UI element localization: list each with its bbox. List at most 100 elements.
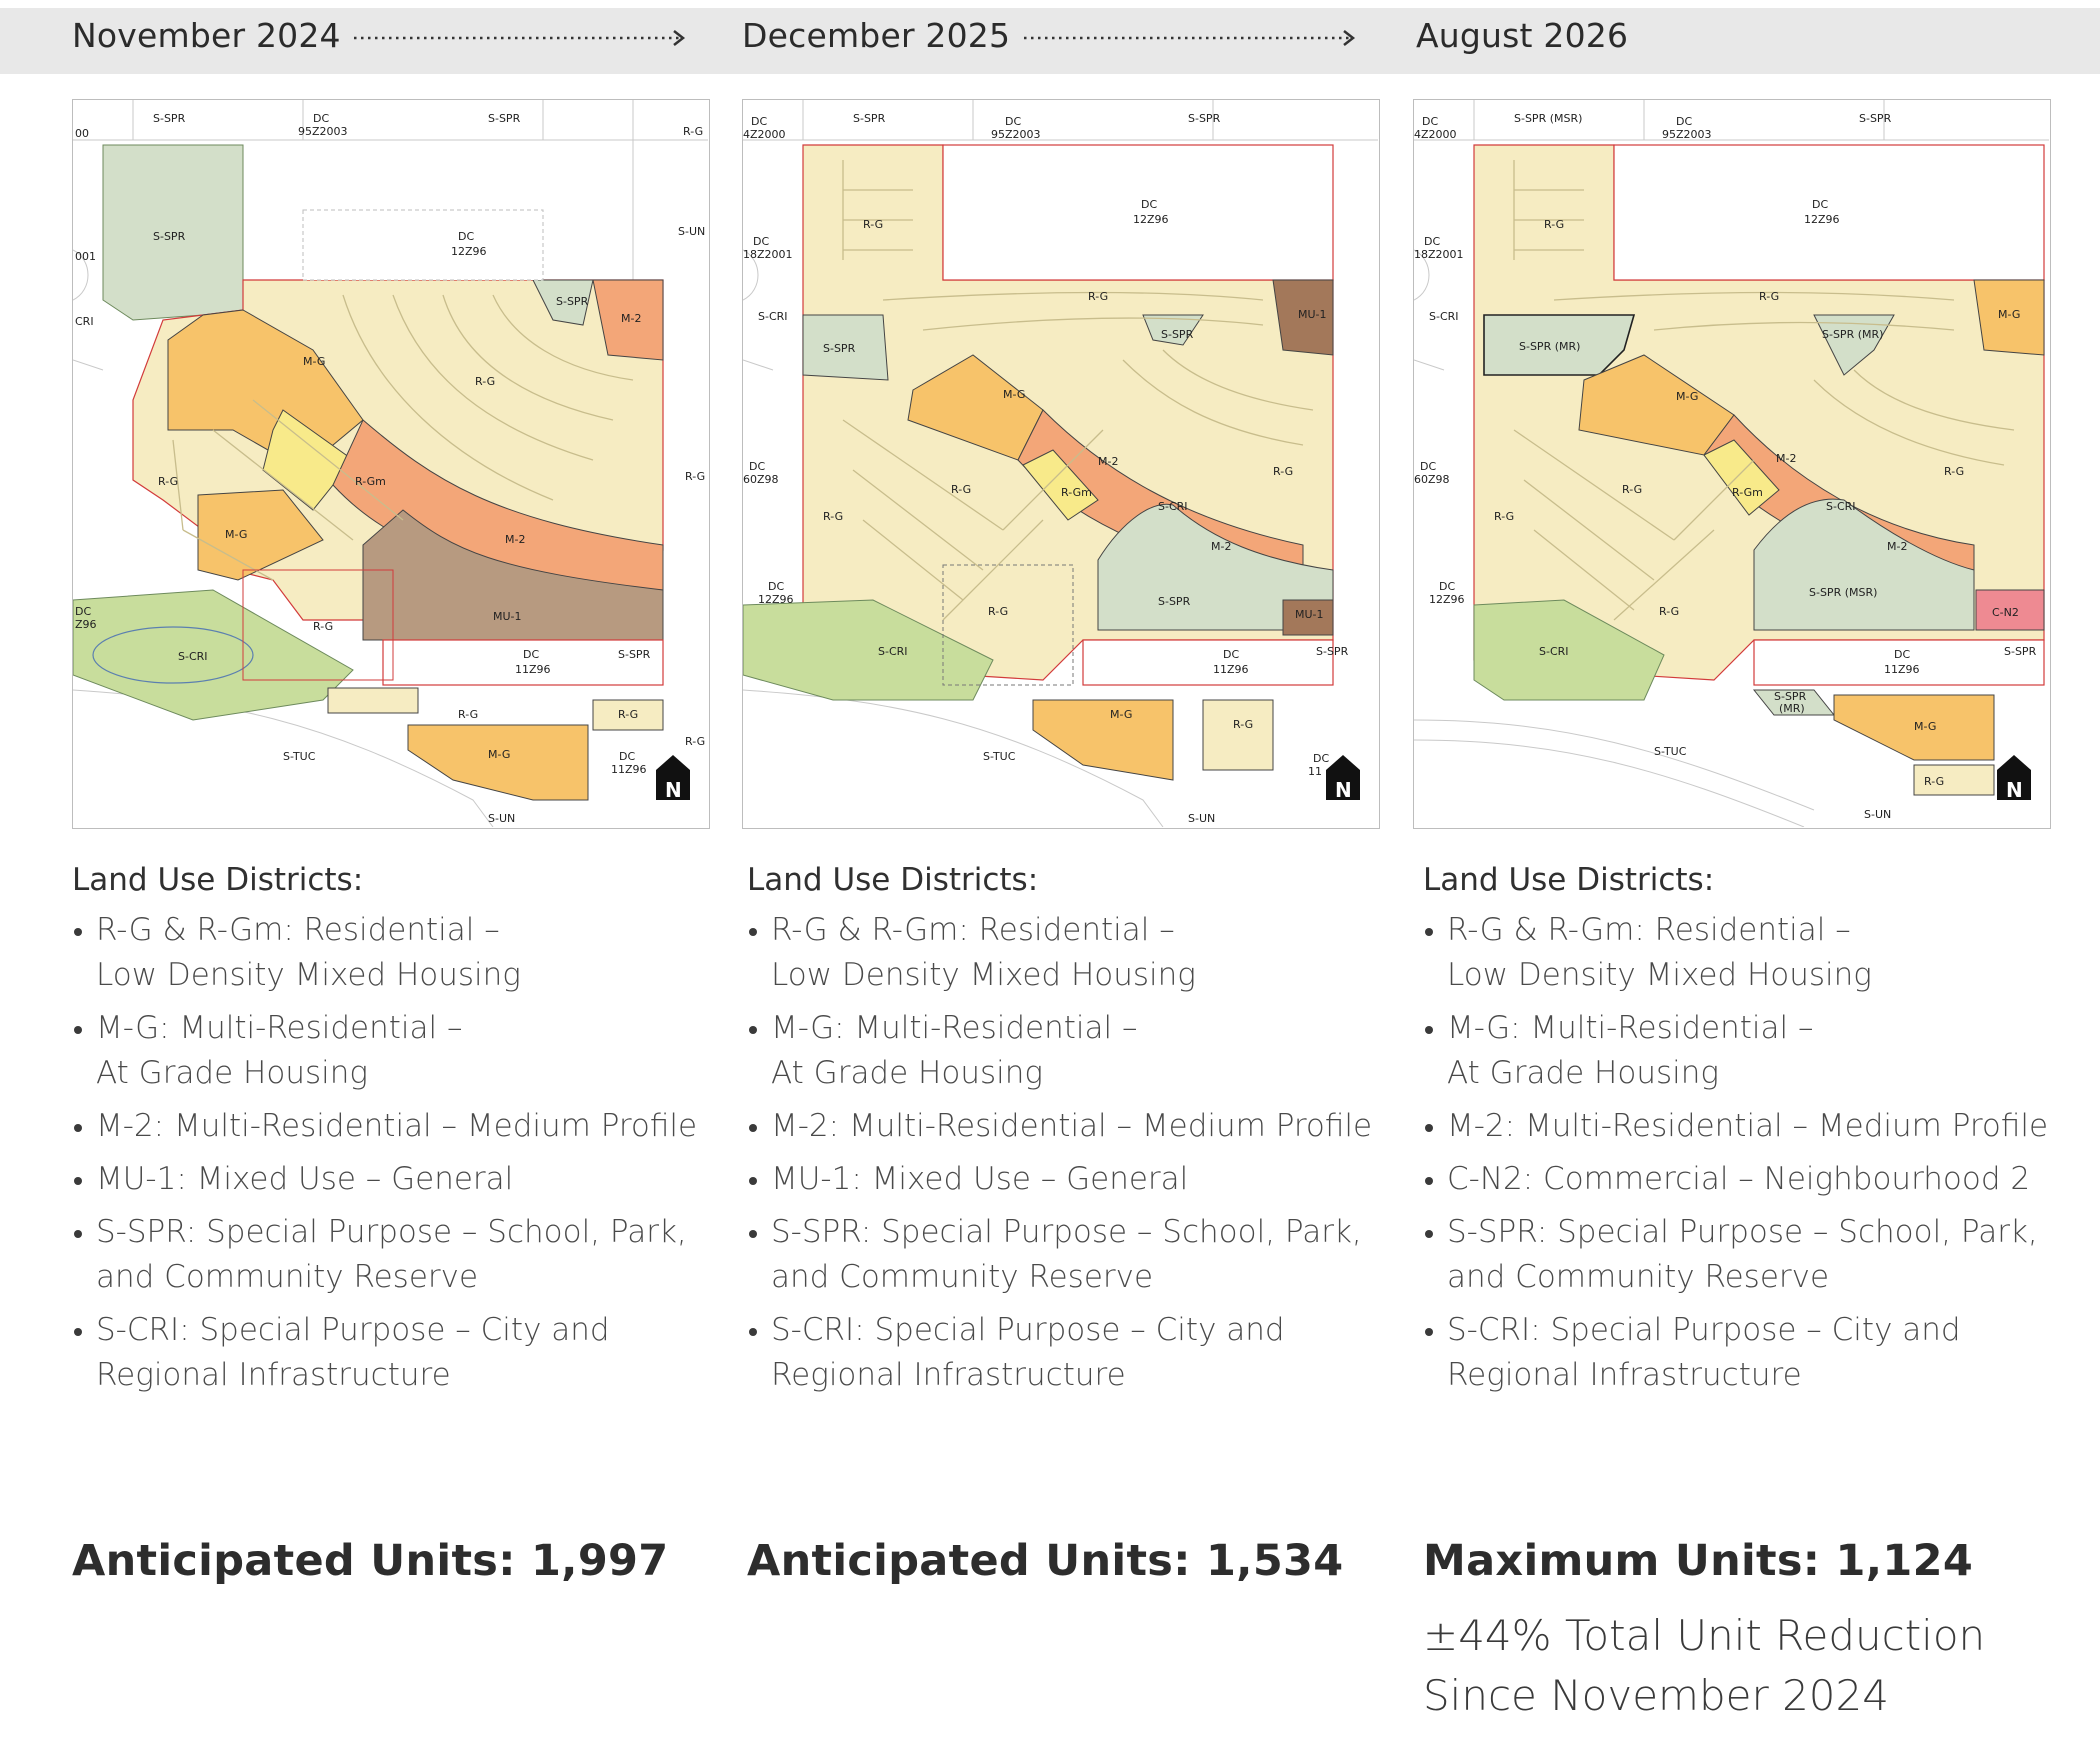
legend-item-school-park: S-SPR: Special Purpose – School, Park, an… — [72, 1210, 712, 1300]
label-dc-w2-code: 60Z98 — [1414, 473, 1450, 486]
unit-reduction-line-2: Since November 2024 — [1423, 1671, 1889, 1720]
label-s-spr-mr-w: S-SPR (MR) — [1519, 340, 1580, 353]
parcel-r-g-strip — [327, 687, 419, 714]
label-dc-bottom-code: 11Z96 — [515, 663, 551, 676]
label-m-2-b: M-2 — [1211, 540, 1231, 553]
label-dc-corner: DC — [1313, 752, 1329, 765]
label-dc-sw-code: 12Z96 — [758, 593, 794, 606]
label-s-tuc: S-TUC — [283, 750, 316, 763]
label-dc-sw: DC — [1439, 580, 1455, 593]
legend-item-residential: R-G & R-Gm: Residential – Low Density Mix… — [747, 908, 1387, 998]
legend-item-infrastructure: S-CRI: Special Purpose – City and Regiona… — [1423, 1308, 2063, 1398]
label-r-g-w: R-G — [1494, 510, 1514, 523]
legend-item-multi-residential-grade: M-G: Multi-Residential – At Grade Housing — [72, 1006, 712, 1096]
legend-item-commercial: C-N2: Commercial – Neighbourhood 2 — [1423, 1157, 2063, 1202]
svg-text:N: N — [1335, 778, 1352, 802]
label-dc-corner: DC — [619, 750, 635, 763]
label-dc-big: DC — [1141, 198, 1157, 211]
legend-august-2026: Land Use Districts: R-G & R-Gm: Resident… — [1423, 862, 2063, 1406]
label-r-g-w: R-G — [823, 510, 843, 523]
label-m-g: M-G — [1676, 390, 1698, 403]
land-use-map-december-2025: DC 4Z2000 S-SPR DC 95Z2003 S-SPR R-G DC … — [742, 99, 1380, 829]
label-dc-w2: DC — [1420, 460, 1436, 473]
label-dc-corner-code: 11Z96 — [611, 763, 647, 776]
label-c-n2: C-N2 — [1992, 606, 2019, 619]
phase-label-december-2025: December 2025 — [742, 16, 1011, 55]
legend-title: Land Use Districts: — [747, 862, 1039, 898]
label-r-g-c: R-G — [1622, 483, 1642, 496]
label-dc-top-code: 95Z2003 — [1662, 128, 1712, 141]
label-s-spr-small: S-SPR — [556, 295, 589, 308]
svg-text:N: N — [665, 778, 682, 802]
label-dc-big-code: 12Z96 — [1133, 213, 1169, 226]
maximum-units-august-2026: Maximum Units: 1,124 — [1423, 1536, 1974, 1586]
label-m-g-b: M-G — [1914, 720, 1936, 733]
label-s-spr-msr-top: S-SPR (MSR) — [1514, 112, 1582, 125]
label-r-g-band: R-G — [1759, 290, 1779, 303]
legend-list: R-G & R-Gm: Residential – Low Density Mix… — [72, 908, 712, 1398]
label-r-g-b: R-G — [1924, 775, 1944, 788]
label-r-g-west: R-G — [158, 475, 178, 488]
parcel-dc-12z96 — [302, 209, 544, 281]
unit-reduction-note: ±44% Total Unit Reduction Since November… — [1423, 1606, 2083, 1726]
label-s-spr-small-mr: (MR) — [1779, 702, 1805, 715]
parcel-r-g-south — [1202, 699, 1274, 771]
parcel-m-g-south — [407, 724, 589, 801]
north-arrow-icon: N — [1326, 755, 1360, 802]
label-dc-bottom: DC — [523, 648, 539, 661]
label-dc-tl: DC — [751, 115, 767, 128]
anticipated-units-december-2025: Anticipated Units: 1,534 — [747, 1536, 1344, 1586]
legend-item-mixed-use: MU-1: Mixed Use – General — [72, 1157, 712, 1202]
label-m-g-center: M-G — [225, 528, 247, 541]
label-s-spr-c: S-SPR — [1161, 328, 1194, 341]
land-use-map-november-2024: S-SPR DC 95Z2003 S-SPR R-G 00 S-SPR S-UN… — [72, 99, 710, 829]
label-dc-w2-code: 60Z98 — [743, 473, 779, 486]
legend-item-school-park: S-SPR: Special Purpose – School, Park, an… — [747, 1210, 1387, 1300]
label-zero-zero: 00 — [75, 127, 89, 140]
label-dc-sw: DC — [768, 580, 784, 593]
parcel-m-g-south — [1032, 699, 1174, 781]
timeline-arrow-1 — [354, 30, 686, 46]
label-s-spr-top-2: S-SPR — [1188, 112, 1221, 125]
legend-december-2025: Land Use Districts: R-G & R-Gm: Resident… — [747, 862, 1387, 1406]
label-s-cri-c: S-CRI — [1158, 500, 1188, 513]
legend-item-multi-residential-medium: M-2: Multi-Residential – Medium Profile — [747, 1104, 1387, 1149]
label-dc-sw-code: 12Z96 — [1429, 593, 1465, 606]
label-dc-mid-code: 12Z96 — [451, 245, 487, 258]
label-r-g-s: R-G — [988, 605, 1008, 618]
label-dc-tl: DC — [1422, 115, 1438, 128]
label-dc-w-code: 18Z2001 — [1414, 248, 1464, 261]
label-m-2: M-2 — [1776, 452, 1796, 465]
label-mu-1-ne: MU-1 — [1298, 308, 1327, 321]
label-r-gm: R-Gm — [1732, 486, 1763, 499]
phase-label-august-2026: August 2026 — [1416, 16, 1629, 55]
label-s-spr-s: S-SPR — [1158, 595, 1191, 608]
label-r-g-right-top: R-G — [683, 125, 703, 138]
label-dc-w: DC — [1424, 235, 1440, 248]
label-r-g-s: R-G — [1659, 605, 1679, 618]
label-s-cri-c: S-CRI — [1826, 500, 1856, 513]
north-arrow-icon: N — [656, 755, 690, 802]
label-s-tuc: S-TUC — [1654, 745, 1687, 758]
label-m-2: M-2 — [1098, 455, 1118, 468]
legend-item-residential: R-G & R-Gm: Residential – Low Density Mix… — [72, 908, 712, 998]
parcel-dc-11z96 — [1082, 639, 1334, 686]
label-s-cri-w: S-CRI — [1429, 310, 1459, 323]
label-dc-w2: DC — [749, 460, 765, 473]
label-dc-top: DC — [1676, 115, 1692, 128]
label-dc-left-code: Z96 — [75, 618, 97, 631]
label-dc-b-code: 11Z96 — [1213, 663, 1249, 676]
label-s-spr-mr-c: S-SPR (MR) — [1822, 328, 1883, 341]
anticipated-units-november-2024: Anticipated Units: 1,997 — [72, 1536, 669, 1586]
label-r-g-nw: R-G — [863, 218, 883, 231]
label-s-spr-b: S-SPR — [1316, 645, 1349, 658]
label-r-g-b: R-G — [1233, 718, 1253, 731]
label-s-spr-b: S-SPR — [2004, 645, 2037, 658]
label-s-un: S-UN — [1864, 808, 1891, 821]
legend-list: R-G & R-Gm: Residential – Low Density Mix… — [747, 908, 1387, 1398]
label-s-un-right: S-UN — [678, 225, 705, 238]
label-code-001: 001 — [75, 250, 96, 263]
label-r-g-band: R-G — [1088, 290, 1108, 303]
legend-item-school-park: S-SPR: Special Purpose – School, Park, an… — [1423, 1210, 2063, 1300]
label-dc-big-code: 12Z96 — [1804, 213, 1840, 226]
